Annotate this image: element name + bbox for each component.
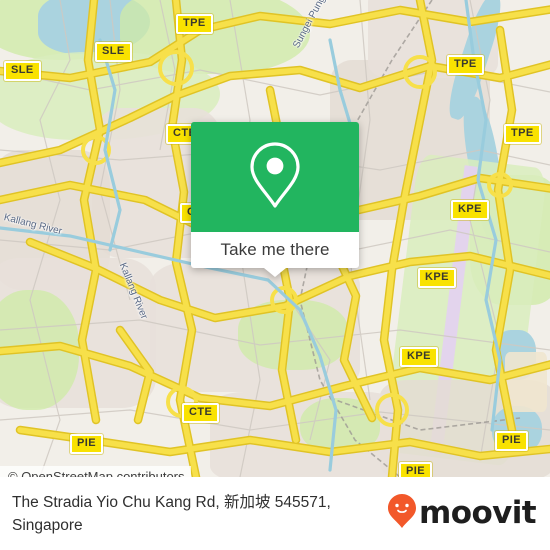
highway-shield-pie: PIE bbox=[495, 431, 528, 451]
moovit-pin-smiley-icon bbox=[387, 493, 417, 534]
location-pin-icon bbox=[246, 140, 304, 215]
highway-shield-tpe: TPE bbox=[176, 14, 213, 34]
location-address: The Stradia Yio Chu Kang Rd, 新加坡 545571,… bbox=[12, 493, 331, 534]
osm-attribution-text: © OpenStreetMap contributors bbox=[8, 469, 185, 477]
map-canvas[interactable]: Sungei Punggol Kallang River Kallang River… bbox=[0, 0, 550, 477]
callout-cta[interactable]: Take me there bbox=[191, 232, 359, 277]
moovit-logo[interactable]: moovit bbox=[387, 493, 537, 534]
highway-shield-pie: PIE bbox=[399, 462, 432, 477]
map-screenshot: Sungei Punggol Kallang River Kallang River… bbox=[0, 0, 550, 550]
footer-bar: The Stradia Yio Chu Kang Rd, 新加坡 545571,… bbox=[0, 477, 550, 550]
highway-shield-cte: CTE bbox=[182, 403, 220, 423]
callout-tail bbox=[264, 268, 286, 277]
highway-shield-kpe: KPE bbox=[451, 200, 489, 220]
callout-icon-panel bbox=[191, 122, 359, 232]
highway-shield-sle: SLE bbox=[4, 61, 41, 81]
moovit-wordmark: moovit bbox=[419, 495, 537, 531]
callout-cta-label: Take me there bbox=[220, 240, 330, 259]
osm-attribution[interactable]: © OpenStreetMap contributors bbox=[0, 466, 191, 477]
highway-shield-sle: SLE bbox=[95, 42, 132, 62]
map-callout-card[interactable]: Take me there bbox=[191, 122, 359, 277]
highway-shield-kpe: KPE bbox=[400, 347, 438, 367]
highway-shield-pie: PIE bbox=[70, 434, 103, 454]
highway-shield-tpe: TPE bbox=[504, 124, 541, 144]
highway-shield-tpe: TPE bbox=[447, 55, 484, 75]
highway-shield-kpe: KPE bbox=[418, 268, 456, 288]
